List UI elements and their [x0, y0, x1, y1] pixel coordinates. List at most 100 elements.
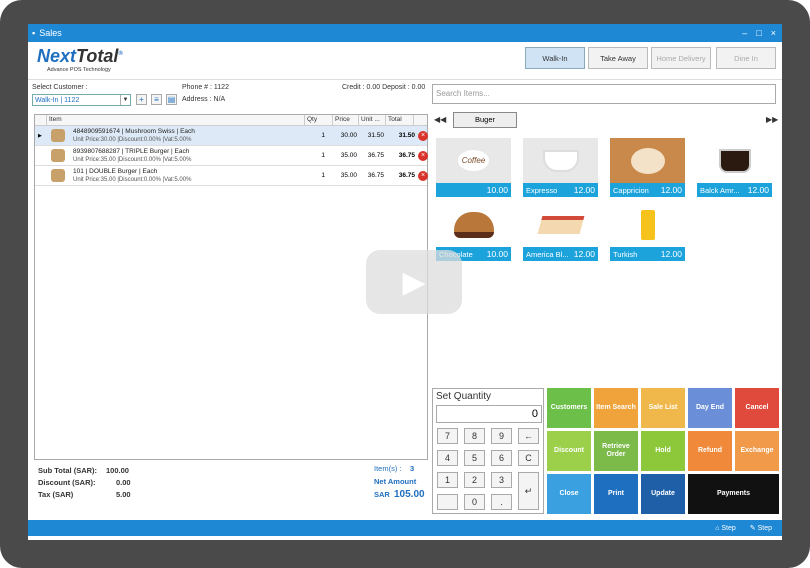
item-price: 35.00 [340, 172, 357, 179]
chevron-down-icon: ▼ [120, 95, 130, 105]
key-9[interactable]: 9 [491, 428, 512, 444]
app-icon: ▪ [32, 28, 36, 38]
quantity-display[interactable]: 0 [436, 405, 542, 423]
customer-select[interactable]: Walk-In | 1122 ▼ [32, 94, 131, 106]
search-input[interactable]: Search Items... [432, 84, 776, 104]
key-enter[interactable]: ↵ [518, 472, 539, 510]
item-name: 101 | DOUBLE Burger | Each [73, 168, 158, 175]
dine-in-button[interactable]: Dine In [716, 47, 776, 69]
key-0[interactable]: 0 [464, 494, 485, 510]
table-row[interactable]: 8939807688287 | TRIPLE Burger | Each Uni… [35, 146, 428, 166]
key-clear[interactable]: C [518, 450, 539, 466]
item-name: 4848909591674 | Mushroom Swiss | Each [73, 128, 195, 135]
credit-info: Credit : 0.00 Deposit : 0.00 [342, 84, 426, 91]
col-item: Item [47, 115, 305, 125]
product-tile[interactable]: America Bl... 12.00 [523, 202, 598, 261]
item-qty[interactable]: 1 [305, 152, 325, 159]
quantity-keypad: Set Quantity 0 7 8 9 ← 4 5 6 C 1 2 3 0 .… [432, 388, 544, 514]
retrieve-order-button[interactable]: Retrieve Order [594, 431, 638, 471]
row-pointer-icon: ▶ [38, 132, 42, 139]
key-blank[interactable] [437, 494, 458, 510]
espresso-image [523, 138, 598, 183]
key-decimal[interactable]: . [491, 494, 512, 510]
product-tile[interactable]: Expresso 12.00 [523, 138, 598, 197]
walk-in-button[interactable]: Walk-In [525, 47, 585, 69]
remove-item-icon[interactable]: × [418, 151, 428, 161]
phone-info: Phone # : 1122 [182, 84, 229, 91]
items-count-label: Item(s) : [374, 464, 402, 473]
take-away-button[interactable]: Take Away [588, 47, 648, 69]
key-3[interactable]: 3 [491, 472, 512, 488]
cheesecake-image [523, 202, 598, 247]
minimize-button[interactable]: – [742, 28, 747, 38]
maximize-button[interactable]: □ [756, 28, 761, 38]
print-button[interactable]: Print [594, 474, 638, 514]
key-7[interactable]: 7 [437, 428, 458, 444]
hold-button[interactable]: Hold [641, 431, 685, 471]
item-unit-price: 36.75 [367, 152, 384, 159]
discount-button[interactable]: Discount [547, 431, 591, 471]
next-category-icon[interactable]: ▶▶ [766, 115, 778, 124]
net-amount: 105.00 [394, 489, 425, 500]
currency-label: SAR [374, 490, 390, 499]
product-tile[interactable]: Balck Amr... 12.00 [697, 138, 772, 197]
play-icon[interactable]: ▶ [366, 250, 462, 314]
prev-category-icon[interactable]: ◀◀ [434, 115, 446, 124]
keypad-title: Set Quantity [436, 391, 492, 402]
logo-subtitle: Advance POS Technology [47, 67, 111, 73]
app-screen: ▪ Sales – □ × NextTotal® Advance POS Tec… [28, 24, 782, 540]
items-count: 3 [410, 464, 415, 473]
discount-label: Discount (SAR): [38, 478, 96, 487]
add-customer-icon[interactable]: + [136, 94, 147, 105]
key-2[interactable]: 2 [464, 472, 485, 488]
customer-label: Select Customer : [32, 84, 88, 91]
customer-card-icon[interactable]: ▤ [166, 94, 177, 105]
sale-list-button[interactable]: Sale List [641, 388, 685, 428]
status-bar: ⌂ Step ✎ Step [28, 520, 782, 536]
window-title: Sales [39, 28, 62, 38]
item-detail: Unit Price:35.00 |Discount:0.00% |Vat:5.… [73, 157, 192, 163]
category-tab-buger[interactable]: Buger [453, 112, 517, 128]
tools-step-button[interactable]: ✎ Step [750, 524, 772, 532]
key-6[interactable]: 6 [491, 450, 512, 466]
key-backspace[interactable]: ← [518, 428, 539, 444]
address-info: Address : N/A [182, 96, 226, 103]
home-delivery-button[interactable]: Home Delivery [651, 47, 711, 69]
table-row[interactable]: 101 | DOUBLE Burger | Each Unit Price:35… [35, 166, 428, 186]
key-5[interactable]: 5 [464, 450, 485, 466]
item-total: 36.75 [398, 172, 415, 179]
update-button[interactable]: Update [641, 474, 685, 514]
discount-value: 0.00 [116, 478, 131, 487]
remove-item-icon[interactable]: × [418, 131, 428, 141]
americano-image [697, 138, 772, 183]
customers-button[interactable]: Customers [547, 388, 591, 428]
tax-value: 5.00 [116, 490, 131, 499]
product-tile[interactable]: Cappricion 12.00 [610, 138, 685, 197]
key-8[interactable]: 8 [464, 428, 485, 444]
item-qty[interactable]: 1 [305, 132, 325, 139]
coffee-image: Coffee [436, 138, 511, 183]
close-button[interactable]: Close [547, 474, 591, 514]
customer-list-icon[interactable]: ≡ [151, 94, 162, 105]
col-unit: Unit ... [359, 115, 386, 125]
item-search-button[interactable]: Item Search [594, 388, 638, 428]
item-thumbnail [51, 169, 65, 182]
turkish-drink-image [610, 202, 685, 247]
key-1[interactable]: 1 [437, 472, 458, 488]
item-unit-price: 36.75 [367, 172, 384, 179]
product-tile[interactable]: Coffee 10.00 [436, 138, 511, 197]
remove-item-icon[interactable]: × [418, 171, 428, 181]
table-row[interactable]: ▶ 4848909591674 | Mushroom Swiss | Each … [35, 126, 428, 146]
day-end-button[interactable]: Day End [688, 388, 732, 428]
close-window-button[interactable]: × [771, 28, 776, 38]
item-qty[interactable]: 1 [305, 172, 325, 179]
item-thumbnail [51, 149, 65, 162]
key-4[interactable]: 4 [437, 450, 458, 466]
exchange-button[interactable]: Exchange [735, 431, 779, 471]
cancel-button[interactable]: Cancel [735, 388, 779, 428]
payments-button[interactable]: Payments [688, 474, 779, 514]
product-tile[interactable]: Turkish 12.00 [610, 202, 685, 261]
col-price: Price [333, 115, 359, 125]
home-step-button[interactable]: ⌂ Step [715, 525, 736, 532]
refund-button[interactable]: Refund [688, 431, 732, 471]
